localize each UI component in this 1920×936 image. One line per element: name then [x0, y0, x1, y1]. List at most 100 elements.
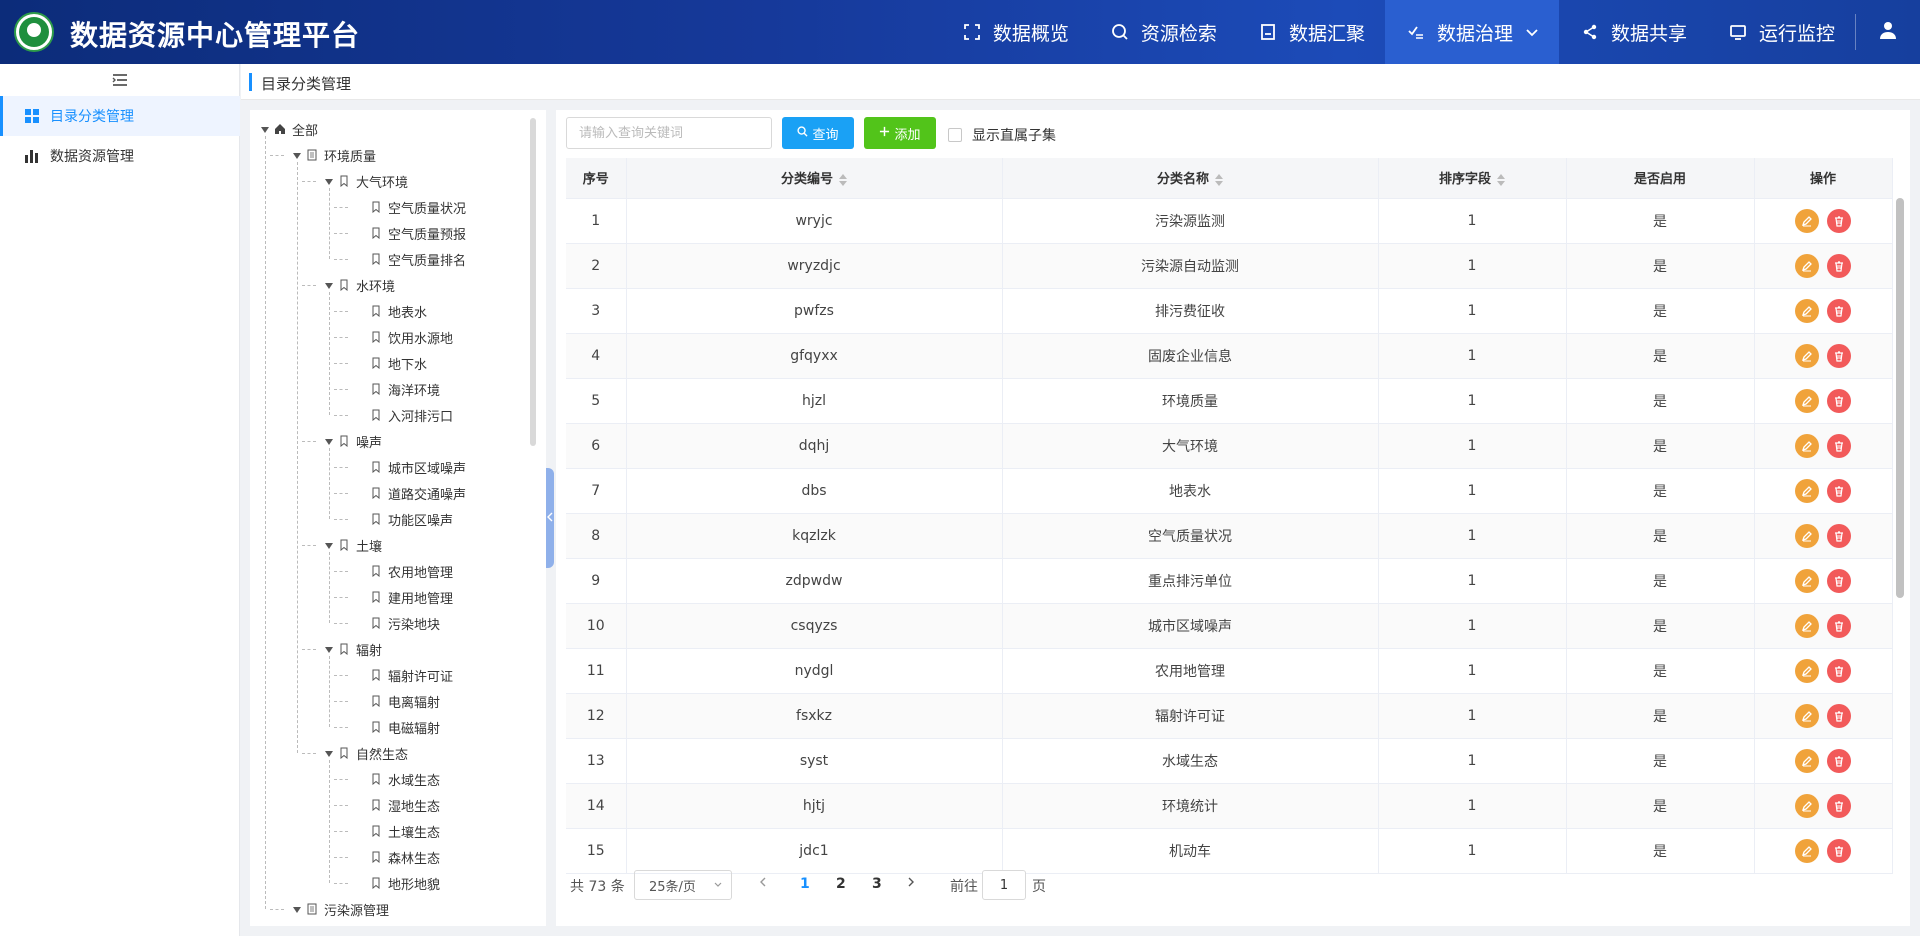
tree-node-leaf[interactable]: 建用地管理 [356, 586, 453, 608]
nav-resource-search[interactable]: 资源检索 [1089, 0, 1237, 64]
tree-node-category[interactable]: 污染源管理 [292, 898, 389, 920]
delete-button[interactable] [1827, 208, 1851, 233]
panel-collapse-handle[interactable] [546, 468, 554, 568]
caret-down-icon[interactable] [324, 280, 334, 290]
edit-button[interactable] [1795, 388, 1819, 413]
page-size-select[interactable]: 25条/页 [634, 870, 732, 900]
tree-node-leaf[interactable]: 海洋环境 [356, 378, 440, 400]
table-scrollbar[interactable] [1896, 198, 1904, 598]
edit-button[interactable] [1795, 568, 1819, 593]
tree-node-leaf[interactable]: 污染地块 [356, 612, 440, 634]
tree-node-group[interactable]: 土壤 [324, 534, 382, 556]
edit-button[interactable] [1795, 478, 1819, 503]
delete-button[interactable] [1827, 253, 1851, 278]
add-button[interactable]: 添加 [864, 117, 936, 149]
page-number-3[interactable]: 3 [872, 876, 882, 892]
tree-node-group[interactable]: 水环境 [324, 274, 395, 296]
sidebar-item-data-resource[interactable]: 数据资源管理 [0, 136, 240, 176]
checkbox[interactable] [948, 128, 962, 142]
tree-node-leaf[interactable]: 城市区域噪声 [356, 456, 466, 478]
edit-button[interactable] [1795, 298, 1819, 323]
delete-button[interactable] [1827, 838, 1851, 863]
page-number-2[interactable]: 2 [836, 876, 846, 892]
caret-down-icon[interactable] [292, 150, 302, 160]
nav-run-monitor[interactable]: 运行监控 [1707, 0, 1855, 64]
caret-down-icon[interactable] [260, 124, 270, 134]
nav-data-governance[interactable]: 数据治理 [1384, 0, 1559, 64]
edit-button[interactable] [1795, 343, 1819, 368]
nav-data-sharing[interactable]: 数据共享 [1559, 0, 1707, 64]
delete-button[interactable] [1827, 748, 1851, 773]
edit-button[interactable] [1795, 793, 1819, 818]
tree-node-leaf[interactable]: 地形地貌 [356, 872, 440, 894]
tree-node-group[interactable]: 自然生态 [324, 742, 408, 764]
nav-data-overview[interactable]: 数据概览 [941, 0, 1089, 64]
edit-button[interactable] [1795, 748, 1819, 773]
tree-node-group[interactable]: 噪声 [324, 430, 382, 452]
tree-node-leaf[interactable]: 电离辐射 [356, 690, 440, 712]
sort-icon[interactable] [839, 173, 847, 186]
edit-button[interactable] [1795, 208, 1819, 233]
sort-icon[interactable] [1497, 173, 1505, 186]
edit-button[interactable] [1795, 703, 1819, 728]
nav-data-aggregation[interactable]: 数据汇聚 [1237, 0, 1385, 64]
delete-button[interactable] [1827, 298, 1851, 323]
edit-button[interactable] [1795, 433, 1819, 458]
delete-button[interactable] [1827, 343, 1851, 368]
col-header-name[interactable]: 分类名称 [1002, 158, 1379, 199]
tree-node-leaf[interactable]: 饮用水源地 [356, 326, 453, 348]
prev-page-button[interactable] [758, 875, 774, 893]
edit-button[interactable] [1795, 838, 1819, 863]
edit-button[interactable] [1795, 613, 1819, 638]
user-menu-button[interactable] [1856, 0, 1920, 64]
caret-down-icon[interactable] [324, 540, 334, 550]
tree-node-leaf[interactable]: 辐射许可证 [356, 664, 453, 686]
tree-node-group[interactable]: 大气环境 [324, 170, 408, 192]
tree-node-leaf[interactable]: 水域生态 [356, 768, 440, 790]
delete-button[interactable] [1827, 568, 1851, 593]
tree-node-category[interactable]: 环境质量 [292, 144, 376, 166]
tree-node-leaf[interactable]: 农用地管理 [356, 560, 453, 582]
edit-button[interactable] [1795, 253, 1819, 278]
goto-page-input[interactable] [982, 870, 1026, 900]
tree-node-leaf[interactable]: 湿地生态 [356, 794, 440, 816]
search-input[interactable] [566, 117, 772, 149]
tree-node-leaf[interactable]: 功能区噪声 [356, 508, 453, 530]
sidebar-item-catalog-category[interactable]: 目录分类管理 [0, 96, 240, 136]
delete-button[interactable] [1827, 478, 1851, 503]
caret-down-icon[interactable] [324, 644, 334, 654]
tree-node-root[interactable]: 全部 [260, 118, 318, 140]
tree-node-leaf[interactable]: 土壤生态 [356, 820, 440, 842]
delete-button[interactable] [1827, 388, 1851, 413]
tree-node-leaf[interactable]: 地表水 [356, 300, 427, 322]
menu-collapse-icon[interactable] [110, 70, 130, 90]
delete-button[interactable] [1827, 613, 1851, 638]
tree-node-leaf[interactable]: 道路交通噪声 [356, 482, 466, 504]
direct-children-checkbox[interactable]: 显示直属子集 [948, 125, 1056, 145]
delete-button[interactable] [1827, 523, 1851, 548]
edit-button[interactable] [1795, 523, 1819, 548]
caret-down-icon[interactable] [324, 176, 334, 186]
delete-button[interactable] [1827, 433, 1851, 458]
sort-icon[interactable] [1215, 173, 1223, 186]
caret-down-icon[interactable] [292, 904, 302, 914]
col-header-code[interactable]: 分类编号 [626, 158, 1003, 199]
next-page-button[interactable] [906, 875, 922, 893]
tree-scrollbar[interactable] [530, 118, 536, 446]
edit-button[interactable] [1795, 658, 1819, 683]
tree-node-leaf[interactable]: 空气质量状况 [356, 196, 466, 218]
tree-node-leaf[interactable]: 地下水 [356, 352, 427, 374]
tree-node-leaf[interactable]: 入河排污口 [356, 404, 453, 426]
delete-button[interactable] [1827, 658, 1851, 683]
tree-node-leaf[interactable]: 空气质量排名 [356, 248, 466, 270]
col-header-sort[interactable]: 排序字段 [1378, 158, 1567, 199]
tree-node-leaf[interactable]: 空气质量预报 [356, 222, 466, 244]
page-number-1[interactable]: 1 [800, 876, 810, 892]
caret-down-icon[interactable] [324, 748, 334, 758]
caret-down-icon[interactable] [324, 436, 334, 446]
tree-node-leaf[interactable]: 电磁辐射 [356, 716, 440, 738]
tree-node-leaf[interactable]: 森林生态 [356, 846, 440, 868]
tree-node-group[interactable]: 辐射 [324, 638, 382, 660]
delete-button[interactable] [1827, 793, 1851, 818]
query-button[interactable]: 查询 [782, 117, 854, 149]
